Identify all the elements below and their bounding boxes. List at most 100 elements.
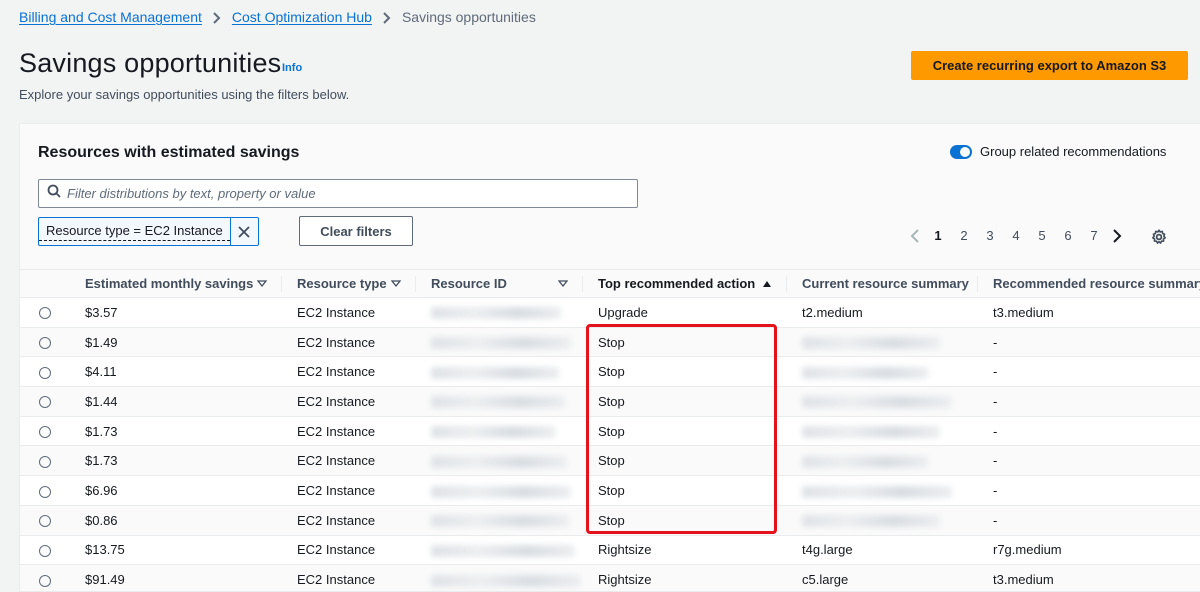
row-select-cell (20, 357, 70, 387)
row-radio[interactable] (39, 515, 51, 528)
filter-token-label[interactable]: Resource type = EC2 Instance (39, 221, 230, 241)
recommended-summary-cell: t3.medium (993, 304, 1054, 320)
page-5[interactable]: 5 (1029, 228, 1055, 243)
row-select-cell (20, 535, 70, 565)
row-radio[interactable] (39, 544, 51, 557)
table-row[interactable]: $1.49 EC2 Instance Stop - (20, 327, 1200, 357)
row-radio[interactable] (39, 574, 51, 587)
current-summary-cell (787, 327, 978, 357)
redacted-resource-id (431, 366, 559, 379)
resource-id-cell (416, 505, 583, 535)
row-select-cell (20, 505, 70, 535)
chevron-right-icon[interactable] (1107, 228, 1127, 243)
sort-caret-icon (557, 276, 569, 291)
table-row[interactable]: $0.86 EC2 Instance Stop - (20, 505, 1200, 535)
current-summary-cell (787, 357, 978, 387)
savings-cell: $1.49 (85, 334, 118, 350)
row-radio[interactable] (39, 426, 51, 439)
table-row[interactable]: $3.57 EC2 Instance Upgrade t2.medium t3.medi… (20, 298, 1200, 328)
search-input[interactable] (67, 186, 627, 201)
breadcrumb-billing[interactable]: Billing and Cost Management (19, 9, 202, 25)
row-radio[interactable] (39, 485, 51, 498)
redacted-resource-id (431, 337, 571, 350)
recommended-summary-cell: - (993, 453, 998, 469)
resource-id-cell (416, 565, 583, 591)
row-radio[interactable] (39, 366, 51, 379)
page-1[interactable]: 1 (925, 228, 951, 243)
redacted-value (802, 426, 940, 439)
table-row[interactable]: $4.11 EC2 Instance Stop - (20, 357, 1200, 387)
table-row[interactable]: $1.73 EC2 Instance Stop - (20, 445, 1200, 476)
column-header-recommended-summary[interactable]: Recommended resource summary (978, 270, 1200, 298)
page-title: Savings opportunities (19, 48, 282, 78)
row-radio[interactable] (39, 307, 51, 320)
resource-type-cell: EC2 Instance (297, 512, 376, 528)
top-action-cell: Stop (598, 334, 625, 350)
toggle-switch[interactable] (950, 144, 972, 159)
top-action-cell: Rightsize (598, 542, 652, 558)
row-select-cell (20, 416, 70, 446)
savings-cell: $0.86 (85, 512, 118, 528)
toggle-label: Group related recommendations (980, 144, 1167, 159)
savings-cell: $1.73 (85, 423, 118, 439)
redacted-value (802, 337, 940, 350)
current-summary-cell: c5.large (802, 572, 849, 588)
row-select-cell (20, 476, 70, 506)
breadcrumb: Billing and Cost Management Cost Optimiz… (19, 9, 536, 25)
toggle-knob (960, 146, 970, 157)
close-icon[interactable] (229, 218, 258, 245)
recommended-summary-cell: - (993, 393, 998, 409)
resource-type-cell: EC2 Instance (297, 572, 376, 588)
select-column-header (20, 270, 70, 298)
row-select-cell (20, 327, 70, 357)
chevron-left-icon[interactable] (905, 228, 925, 243)
group-recommendations-toggle[interactable]: Group related recommendations (950, 144, 1166, 159)
page-6[interactable]: 6 (1055, 228, 1081, 243)
table-row[interactable]: $1.73 EC2 Instance Stop - (20, 416, 1200, 446)
resource-type-cell: EC2 Instance (297, 542, 376, 558)
recommended-summary-cell: - (993, 423, 998, 439)
savings-cell: $4.11 (85, 364, 117, 380)
column-header-resource-id[interactable]: Resource ID (416, 270, 583, 298)
resource-id-cell (416, 387, 583, 417)
table-row[interactable]: $6.96 EC2 Instance Stop - (20, 476, 1200, 506)
column-header-savings[interactable]: Estimated monthly savings (70, 270, 282, 298)
table-row[interactable]: $91.49 EC2 Instance Rightsize c5.large t3.me… (20, 564, 1200, 591)
table-row[interactable]: $13.75 EC2 Instance Rightsize t4g.large r7g.… (20, 535, 1200, 565)
recommended-summary-cell: r7g.medium (993, 542, 1062, 558)
page-3[interactable]: 3 (977, 228, 1003, 243)
resource-type-cell: EC2 Instance (297, 482, 376, 498)
top-action-cell: Stop (598, 482, 625, 498)
redacted-resource-id (431, 307, 561, 320)
column-header-top-action[interactable]: Top recommended action (583, 270, 787, 298)
page-2[interactable]: 2 (951, 228, 977, 243)
create-export-button[interactable]: Create recurring export to Amazon S3 (911, 51, 1188, 80)
sort-caret-icon (390, 276, 402, 291)
resource-type-cell: EC2 Instance (297, 334, 376, 350)
row-radio[interactable] (39, 337, 51, 350)
clear-filters-button[interactable]: Clear filters (299, 216, 413, 246)
info-link[interactable]: Info (282, 62, 302, 74)
filter-token: Resource type = EC2 Instance (38, 217, 259, 246)
page-4[interactable]: 4 (1003, 228, 1029, 243)
resource-id-cell (416, 416, 583, 446)
search-box[interactable] (38, 179, 638, 208)
column-header-resource-type[interactable]: Resource type (282, 270, 416, 298)
row-radio[interactable] (39, 396, 51, 409)
current-summary-cell (787, 446, 978, 476)
top-action-cell: Stop (598, 393, 625, 409)
page-7[interactable]: 7 (1081, 228, 1107, 243)
redacted-value (802, 455, 928, 468)
breadcrumb-cost-optimization-hub[interactable]: Cost Optimization Hub (232, 9, 372, 25)
gear-icon[interactable] (1151, 229, 1167, 250)
pagination: 1 2 3 4 5 6 7 (905, 228, 1127, 243)
table-row[interactable]: $1.44 EC2 Instance Stop - (20, 386, 1200, 417)
row-radio[interactable] (39, 455, 51, 468)
sort-ascending-icon (762, 276, 772, 291)
top-action-cell: Rightsize (598, 572, 652, 588)
column-header-current-summary[interactable]: Current resource summary (787, 270, 978, 298)
redacted-value (802, 396, 952, 409)
sort-caret-icon (256, 276, 268, 291)
top-action-cell: Stop (598, 453, 625, 469)
redacted-resource-id (431, 574, 581, 587)
